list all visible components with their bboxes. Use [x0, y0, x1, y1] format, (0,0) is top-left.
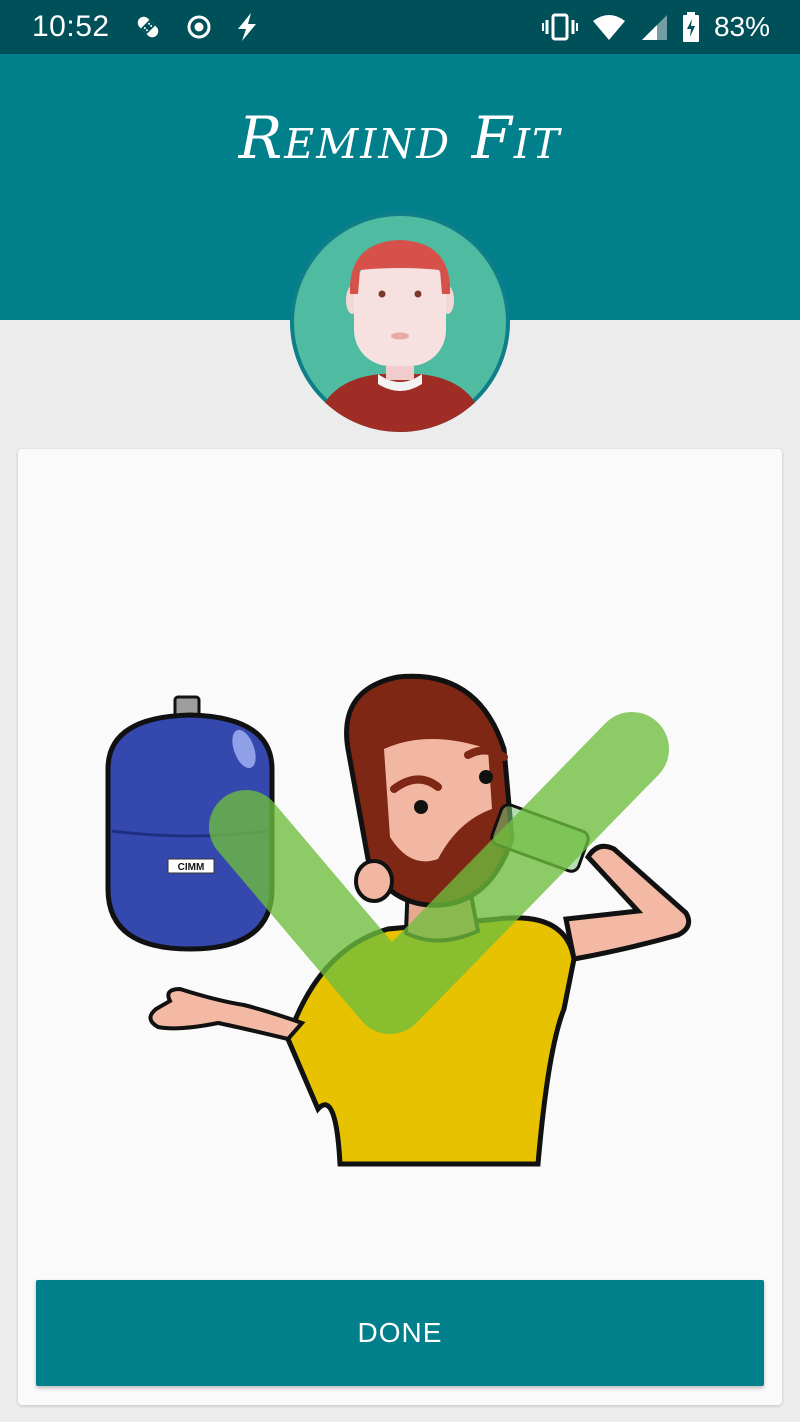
status-time: 10:52 — [32, 10, 110, 43]
done-button[interactable]: DONE — [36, 1280, 764, 1386]
reminder-card: CIMM DONE — [18, 449, 782, 1405]
user-avatar[interactable] — [290, 212, 510, 432]
app-title: Remind Fit — [238, 104, 562, 172]
record-icon — [187, 15, 211, 39]
flash-icon — [238, 13, 256, 41]
bandage-icon — [137, 16, 159, 38]
system-icons: 83% — [541, 10, 770, 44]
drinking-water-illustration: CIMM — [105, 673, 692, 1167]
battery-percentage: 83% — [713, 11, 770, 42]
status-bar: 10:52 83% — [0, 0, 800, 54]
notification-icons — [132, 10, 260, 44]
profile-avatar-illustration — [294, 216, 506, 432]
signal-icon — [641, 15, 667, 40]
battery-charging-icon — [682, 12, 699, 42]
vibrate-icon — [541, 13, 578, 41]
wifi-icon — [592, 15, 625, 40]
tank-brand-label: CIMM — [178, 862, 205, 873]
